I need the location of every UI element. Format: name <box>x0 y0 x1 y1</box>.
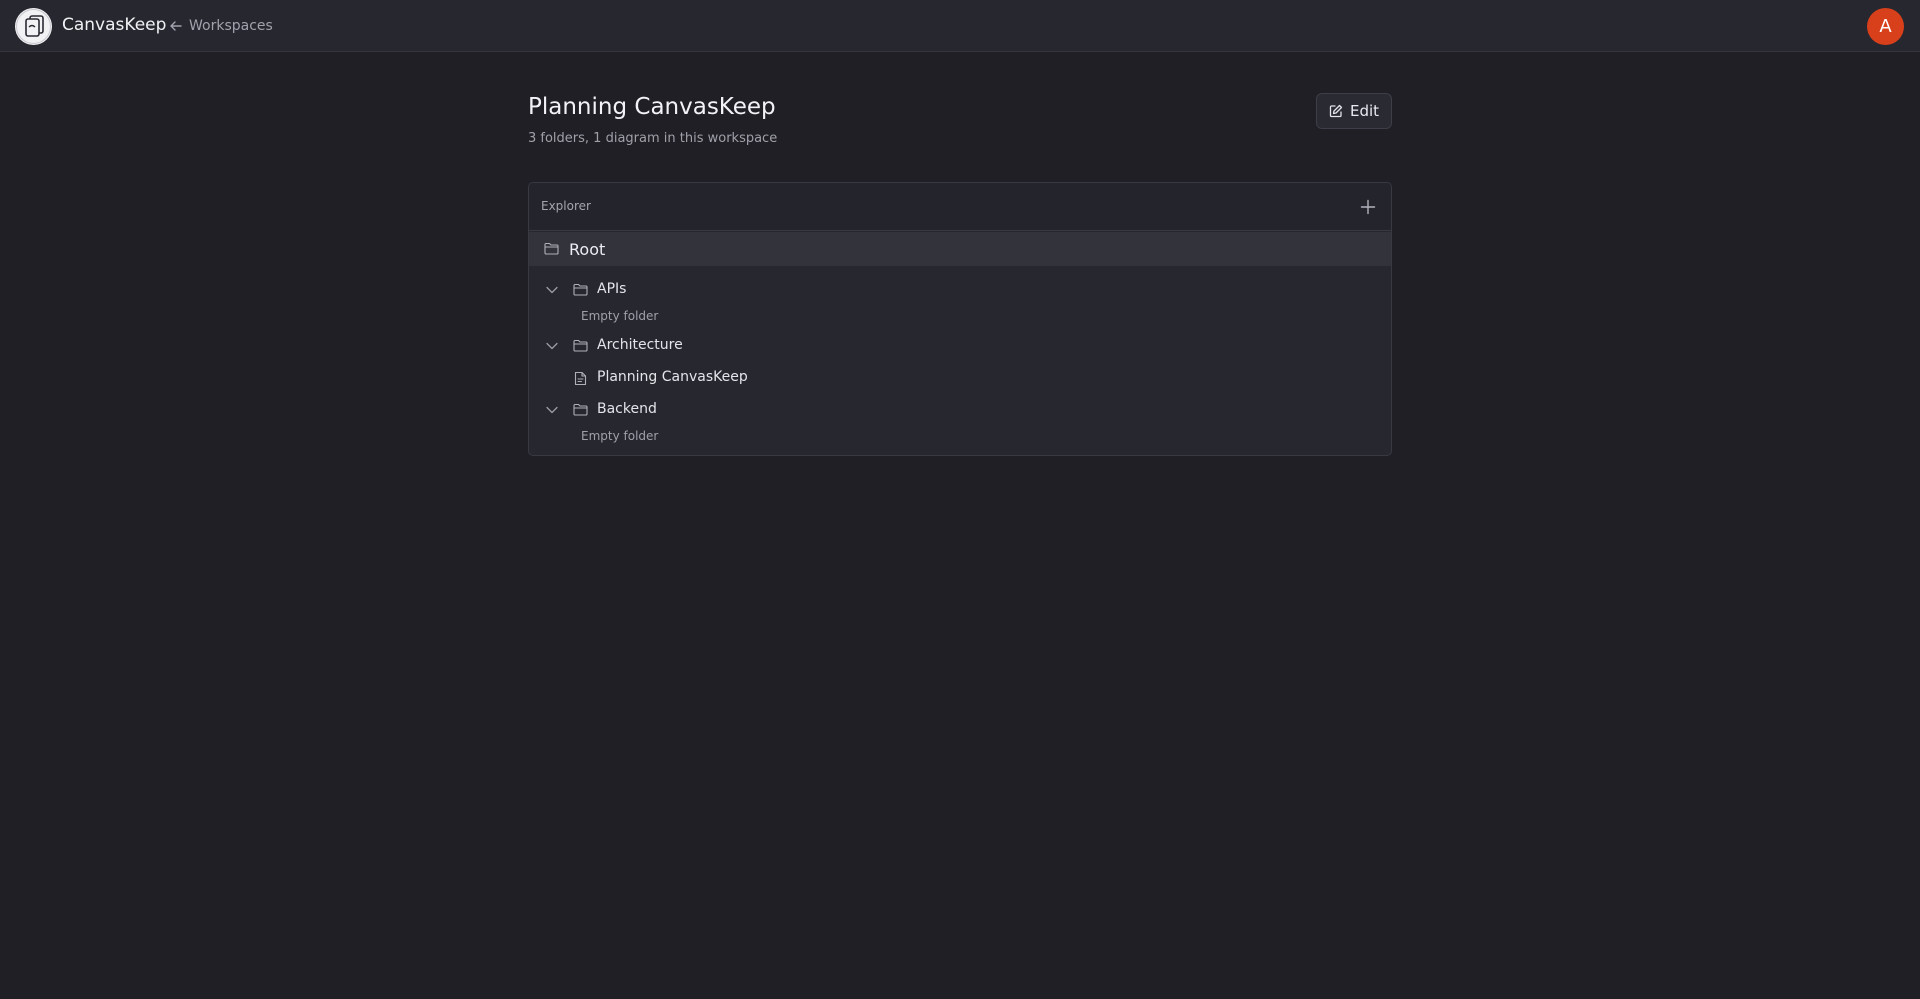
tree-folder-backend[interactable]: Backend <box>529 396 1391 424</box>
add-item-button[interactable] <box>1357 196 1379 218</box>
folder-icon <box>573 403 588 416</box>
canvaskeep-logo-icon[interactable] <box>15 8 52 45</box>
top-bar: CanvasKeep Workspaces A <box>0 0 1920 52</box>
avatar-initial: A <box>1879 16 1892 37</box>
edit-button-label: Edit <box>1349 102 1380 120</box>
folder-label: Backend <box>597 401 657 417</box>
page-title: Planning CanvasKeep <box>528 94 776 120</box>
arrow-left-icon <box>170 21 182 31</box>
explorer-label: Explorer <box>541 199 591 213</box>
empty-folder-note: Empty folder <box>581 309 659 323</box>
empty-folder-note: Empty folder <box>581 429 659 443</box>
workspace-summary: 3 folders, 1 diagram in this workspace <box>528 131 778 146</box>
brand-name: CanvasKeep <box>62 15 167 35</box>
folder-icon <box>544 242 559 255</box>
back-to-workspaces-link[interactable]: Workspaces <box>169 16 273 36</box>
folder-icon <box>573 283 588 296</box>
back-link-label: Workspaces <box>189 18 273 34</box>
pencil-square-icon <box>1329 104 1343 118</box>
explorer-header: Explorer <box>529 183 1391 231</box>
chevron-down-icon[interactable] <box>545 404 559 416</box>
user-avatar[interactable]: A <box>1867 8 1904 45</box>
explorer-panel: Explorer Root APIs Empty folder Architec… <box>528 182 1392 456</box>
diagram-label: Planning CanvasKeep <box>597 369 748 385</box>
file-diagram-icon <box>574 371 587 386</box>
folder-icon <box>573 339 588 352</box>
chevron-down-icon[interactable] <box>545 284 559 296</box>
tree-folder-architecture[interactable]: Architecture <box>529 332 1391 360</box>
tree-folder-apis[interactable]: APIs <box>529 276 1391 304</box>
edit-button[interactable]: Edit <box>1316 93 1392 129</box>
tree-root[interactable]: Root <box>529 232 1391 266</box>
chevron-down-icon[interactable] <box>545 340 559 352</box>
tree-diagram-planning-canvaskeep[interactable]: Planning CanvasKeep <box>529 364 1391 392</box>
plus-icon <box>1360 199 1376 215</box>
folder-label: APIs <box>597 281 627 297</box>
folder-label: Architecture <box>597 337 683 353</box>
tree-root-label: Root <box>569 240 606 259</box>
